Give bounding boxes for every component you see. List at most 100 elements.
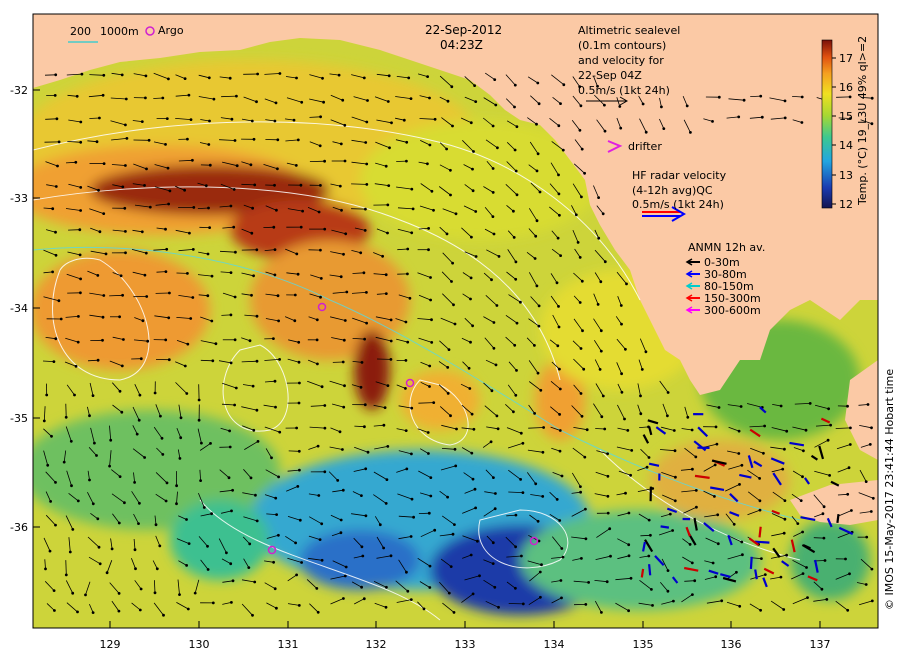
velocity-arrow-head	[390, 121, 393, 124]
velocity-arrow-head	[148, 139, 151, 142]
velocity-arrow-head	[207, 568, 210, 571]
velocity-arrow-head	[539, 596, 542, 599]
velocity-arrow-head	[410, 598, 413, 601]
velocity-arrow-head	[56, 165, 59, 168]
velocity-arrow-head	[109, 439, 112, 442]
velocity-arrow-head	[230, 314, 233, 317]
velocity-arrow-head	[454, 448, 457, 451]
velocity-arrow-head	[519, 301, 522, 304]
velocity-arrow-head	[686, 416, 689, 419]
velocity-arrow-head	[849, 443, 852, 446]
velocity-arrow-head	[867, 403, 870, 406]
velocity-arrow-head	[869, 443, 872, 446]
velocity-arrow-head	[429, 495, 432, 498]
velocity-arrow-head	[473, 428, 476, 431]
velocity-arrow-head	[340, 209, 343, 212]
velocity-arrow-head	[165, 270, 168, 273]
velocity-arrow-head	[557, 174, 560, 177]
colorbar-tick-label: 14	[839, 139, 853, 152]
velocity-arrow-head	[660, 106, 663, 109]
velocity-arrow-head	[802, 572, 805, 575]
velocity-arrow-head	[232, 226, 235, 229]
anmn-arrow	[760, 527, 761, 538]
velocity-arrow-head	[70, 440, 73, 443]
velocity-arrow-head	[102, 316, 105, 319]
velocity-arrow-head	[145, 75, 148, 78]
velocity-arrow-head	[134, 548, 137, 551]
velocity-arrow-head	[317, 611, 320, 614]
velocity-arrow-head	[108, 465, 111, 468]
velocity-arrow-head	[541, 495, 544, 498]
lon-tick-label: 134	[544, 638, 565, 651]
velocity-arrow-head	[274, 120, 277, 123]
velocity-arrow-head	[448, 348, 451, 351]
velocity-arrow-head	[607, 475, 610, 478]
velocity-arrow-head	[600, 415, 603, 418]
velocity-arrow-head	[296, 485, 299, 488]
velocity-arrow-head	[363, 425, 366, 428]
velocity-arrow-head	[453, 611, 456, 614]
velocity-arrow-head	[168, 358, 171, 361]
velocity-arrow-head	[256, 73, 259, 76]
velocity-arrow-head	[295, 574, 298, 577]
velocity-arrow-head	[619, 127, 622, 130]
lon-tick-label: 135	[633, 638, 654, 651]
velocity-arrow-head	[295, 164, 298, 167]
velocity-arrow-head	[407, 77, 410, 80]
velocity-arrow-head	[671, 529, 674, 532]
velocity-arrow-head	[250, 477, 253, 480]
velocity-arrow-head	[406, 590, 409, 593]
velocity-arrow-head	[447, 100, 450, 103]
velocity-arrow-head	[796, 522, 799, 525]
velocity-arrow-head	[492, 562, 495, 565]
velocity-arrow-head	[168, 292, 171, 295]
velocity-arrow-head	[54, 524, 57, 527]
velocity-arrow-head	[428, 512, 431, 515]
velocity-arrow-head	[323, 160, 326, 163]
velocity-arrow-head	[53, 360, 56, 363]
velocity-arrow	[201, 360, 213, 361]
velocity-arrow-head	[276, 167, 279, 170]
velocity-arrow-head	[405, 571, 408, 574]
velocity-arrow-head	[784, 499, 787, 502]
velocity-arrow-head	[185, 564, 188, 567]
velocity-arrow-head	[359, 251, 362, 254]
velocity-arrow-head	[427, 431, 430, 434]
velocity-arrow-head	[122, 338, 125, 341]
velocity-arrow-head	[63, 461, 66, 464]
velocity-arrow-head	[363, 338, 366, 341]
velocity-arrow-head	[673, 429, 676, 432]
lat-tick-label: -32	[10, 84, 28, 97]
velocity-arrow-head	[849, 96, 852, 99]
velocity-arrow-head	[454, 465, 457, 468]
velocity-arrow-head	[251, 614, 254, 617]
velocity-arrow-head	[740, 405, 743, 408]
velocity-arrow-head	[278, 431, 281, 434]
velocity-arrow-head	[453, 523, 456, 526]
velocity-arrow-head	[667, 391, 670, 394]
velocity-arrow-head	[188, 232, 191, 235]
velocity-arrow-head	[200, 442, 203, 445]
velocity-arrow-head	[361, 555, 364, 558]
velocity-arrow-head	[475, 255, 478, 258]
velocity-arrow-head	[320, 277, 323, 280]
velocity-arrow-head	[230, 271, 233, 274]
velocity-arrow-head	[409, 297, 412, 300]
velocity-arrow-head	[691, 593, 694, 596]
velocity-arrow-head	[606, 452, 609, 455]
velocity-arrow-head	[672, 600, 675, 603]
velocity-arrow	[351, 184, 367, 185]
velocity-arrow-head	[386, 232, 389, 235]
velocity-arrow-head	[256, 315, 259, 318]
velocity-arrow-head	[388, 74, 391, 77]
velocity-arrow-head	[513, 236, 516, 239]
velocity-arrow-head	[691, 429, 694, 432]
velocity-arrow-head	[207, 207, 210, 210]
velocity-arrow-head	[492, 215, 495, 218]
velocity-arrow-head	[627, 543, 630, 546]
velocity-arrow-head	[522, 603, 525, 606]
velocity-arrow-head	[405, 359, 408, 362]
velocity-arrow-head	[600, 611, 603, 614]
velocity-arrow-head	[342, 489, 345, 492]
velocity-arrow-head	[175, 502, 178, 505]
